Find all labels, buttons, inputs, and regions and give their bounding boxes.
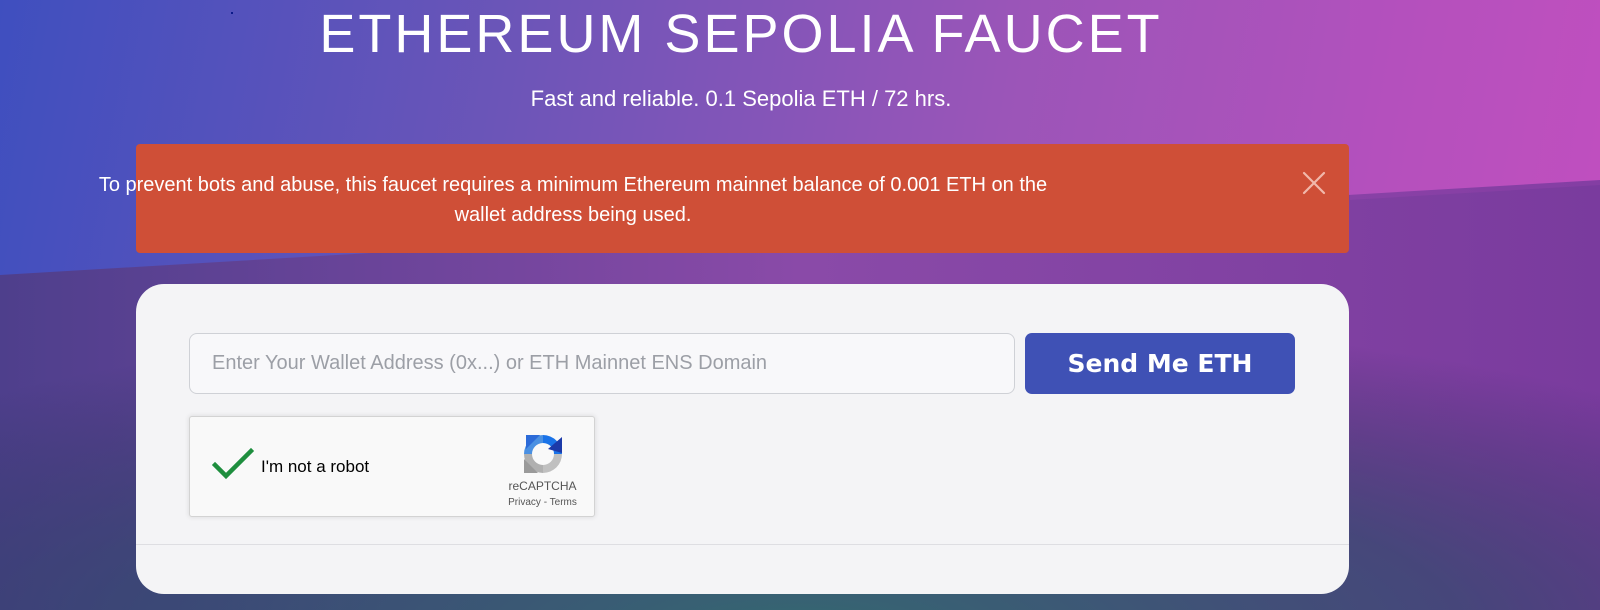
recaptcha-privacy-link[interactable]: Privacy [508,497,541,508]
page-subtitle: Fast and reliable. 0.1 Sepolia ETH / 72 … [530,86,952,111]
card-divider [136,544,1349,545]
recaptcha-label: I'm not a robot [261,457,370,476]
faucet-form-card: Send Me ETH I'm not a robot reCAPTCHA Pr… [136,284,1349,594]
recaptcha-widget: I'm not a robot reCAPTCHA Privacy - Term… [189,416,595,517]
recaptcha-links: Privacy - Terms [490,497,595,508]
page-title: ETHEREUM SEPOLIA FAUCET [319,4,1163,64]
alert-message-line-1: To prevent bots and abuse, this faucet r… [98,174,1048,196]
send-eth-button[interactable]: Send Me ETH [1025,333,1295,394]
close-icon[interactable] [1301,170,1327,196]
checkmark-icon[interactable] [212,447,254,481]
recaptcha-links-separator: - [540,497,550,508]
recaptcha-brand: reCAPTCHA [508,479,577,493]
minimum-balance-alert: To prevent bots and abuse, this faucet r… [99,144,1349,253]
recaptcha-logo-icon [524,435,562,473]
wallet-address-input[interactable] [189,333,1015,394]
recaptcha-terms-link[interactable]: Terms [550,497,577,508]
alert-message-line-2: wallet address being used. [454,204,692,226]
